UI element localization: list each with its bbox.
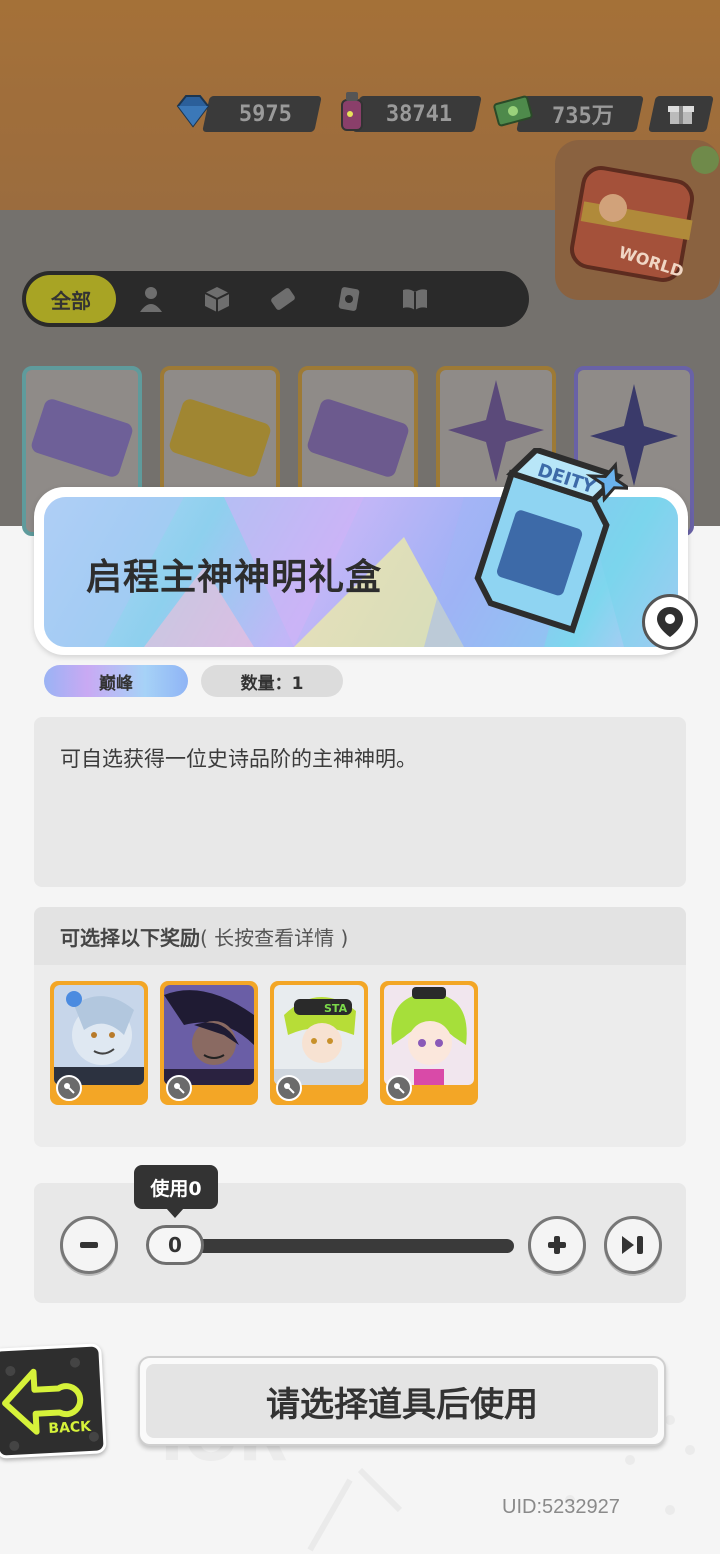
key-icon	[386, 1075, 412, 1101]
key-icon	[166, 1075, 192, 1101]
quantity-badge: 数量：1	[201, 665, 343, 697]
reward-selection-box: 可选择以下奖励 ( 长按查看详情 ) STA	[34, 907, 686, 1147]
cash-icon	[493, 95, 533, 127]
gift-icon	[668, 106, 694, 124]
reward-list: STA	[50, 981, 478, 1105]
skip-to-max-icon	[622, 1236, 643, 1254]
decrease-button[interactable]	[60, 1216, 118, 1274]
category-tabs: 全部	[22, 271, 529, 327]
character-portrait	[384, 985, 474, 1085]
key-icon	[56, 1075, 82, 1101]
quantity-slider-track[interactable]	[180, 1239, 514, 1253]
key-icon	[276, 1075, 302, 1101]
deity-gift-box-icon: DEITY	[474, 448, 628, 634]
spray-value: 38741	[385, 101, 452, 127]
book-icon	[403, 289, 427, 310]
max-button[interactable]	[604, 1216, 662, 1274]
reward-header-title: 可选择以下奖励	[60, 925, 200, 950]
tab-books[interactable]	[384, 279, 446, 319]
diamond-icon	[176, 95, 210, 128]
use-count-tooltip: 使用0	[134, 1165, 218, 1218]
back-button[interactable]: BACK	[0, 1343, 107, 1459]
diamond-counter: 5975	[202, 96, 322, 132]
description-box: 可自选获得一位史诗品阶的主神神明。	[34, 717, 686, 887]
item-name: 启程主神神明礼盒	[86, 557, 383, 598]
world-event-badge[interactable]: WORLD	[555, 140, 720, 300]
quantity-slider-knob[interactable]: 0	[146, 1225, 204, 1265]
character-portrait	[164, 985, 254, 1085]
person-icon	[140, 287, 162, 312]
minus-icon	[80, 1242, 98, 1248]
ticket-icon	[271, 288, 295, 310]
item-description: 可自选获得一位史诗品阶的主神神明。	[60, 747, 417, 771]
tab-all[interactable]: 全部	[26, 275, 116, 323]
use-button-label: 请选择道具后使用	[146, 1364, 658, 1438]
increase-button[interactable]	[528, 1216, 586, 1274]
tab-cards[interactable]	[318, 279, 380, 319]
character-portrait	[54, 985, 144, 1085]
tab-characters[interactable]	[120, 279, 182, 319]
spray-can-icon	[341, 92, 363, 131]
reward-option[interactable]	[50, 981, 148, 1105]
svg-text:STA: STA	[324, 1002, 348, 1015]
location-pin-icon	[657, 607, 683, 637]
item-source-button[interactable]	[642, 594, 698, 650]
use-button[interactable]: 请选择道具后使用	[138, 1356, 666, 1446]
rarity-badge: 巅峰	[44, 665, 188, 697]
back-arrow-icon: BACK	[2, 1357, 99, 1451]
menu-counter[interactable]	[648, 96, 714, 132]
quantity-slider-box: 0 使用0	[34, 1165, 686, 1303]
reward-option[interactable]	[380, 981, 478, 1105]
reward-option[interactable]	[160, 981, 258, 1105]
reward-option[interactable]: STA	[270, 981, 368, 1105]
user-id: UID:5232927	[502, 1496, 620, 1518]
back-label: BACK	[48, 1419, 93, 1437]
cash-value: 735万	[552, 104, 614, 129]
plus-icon	[548, 1236, 566, 1254]
card-icon	[338, 287, 360, 311]
tab-boxes[interactable]	[186, 279, 248, 319]
box-icon	[204, 287, 230, 312]
reward-header-hint: ( 长按查看详情 )	[200, 925, 349, 950]
diamond-value: 5975	[239, 101, 292, 127]
tab-tickets[interactable]	[252, 279, 314, 319]
reward-header: 可选择以下奖励 ( 长按查看详情 )	[34, 907, 686, 965]
character-portrait: STA	[274, 985, 364, 1085]
